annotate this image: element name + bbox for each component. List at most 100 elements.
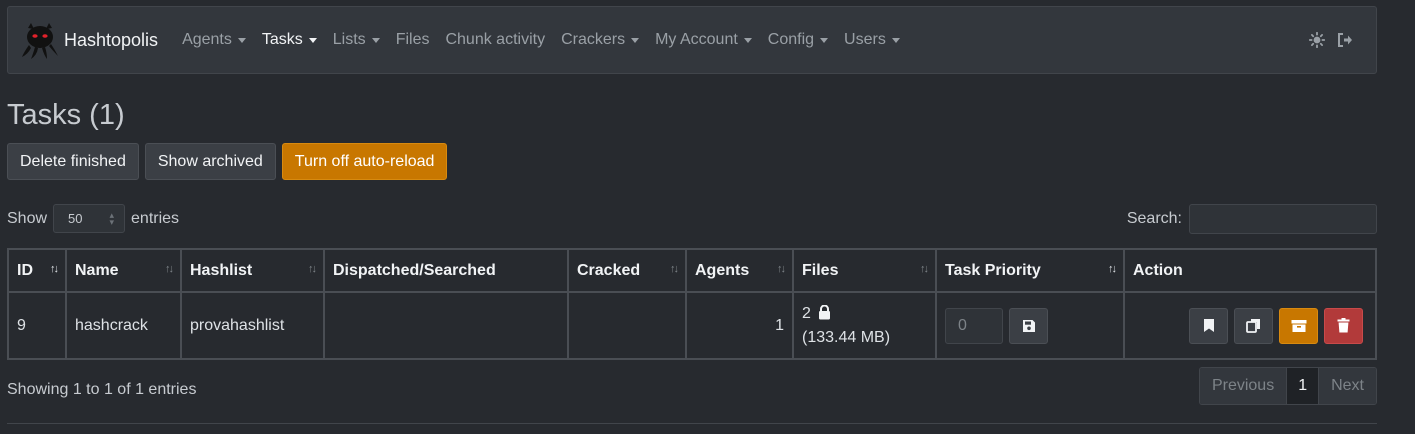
brand[interactable]: Hashtopolis (20, 20, 158, 60)
col-cracked-label: Cracked (577, 261, 641, 279)
sort-icon: ↑↓ (308, 263, 317, 275)
pagination: Previous 1 Next (1198, 367, 1377, 405)
previous-page-button[interactable]: Previous (1199, 368, 1288, 404)
archive-task-button[interactable] (1279, 307, 1318, 344)
save-icon (1022, 319, 1035, 332)
nav-tasks[interactable]: Tasks (262, 31, 317, 49)
sun-icon[interactable] (1308, 31, 1326, 49)
col-dispatched-label: Dispatched/Searched (333, 261, 496, 279)
bottom-divider (7, 423, 1377, 424)
sort-icon: ↑↓ (165, 263, 174, 275)
col-files-label: Files (802, 261, 839, 279)
cell-action (1123, 291, 1377, 360)
table-row: 9 hashcrack provahashlist 1 2 (133.44 MB… (7, 291, 1377, 360)
nav-files-label: Files (395, 31, 430, 48)
search: Search: (1127, 204, 1377, 234)
nav-users[interactable]: Users (844, 31, 900, 49)
col-priority[interactable]: Task Priority ↑↓ (935, 248, 1125, 293)
files-size: (133.44 MB) (802, 328, 891, 346)
cell-hashlist[interactable]: provahashlist (180, 291, 325, 360)
cell-priority: 0 (935, 291, 1125, 360)
col-priority-label: Task Priority (945, 261, 1041, 279)
nav-crackers[interactable]: Crackers (561, 31, 640, 49)
archive-icon (1291, 319, 1306, 332)
nav-config-label: Config (767, 31, 815, 48)
copy-task-button[interactable] (1234, 307, 1273, 344)
nav-agents[interactable]: Agents (182, 31, 246, 49)
nav-files[interactable]: Files (396, 31, 430, 49)
cell-dispatched (323, 291, 569, 360)
tasks-table: ID ↑↓ Name ↑↓ Hashlist ↑↓ Dispatched/Search… (7, 248, 1377, 360)
nav-lists[interactable]: Lists (333, 31, 380, 49)
caret-down-icon (631, 37, 640, 43)
nav-tasks-label: Tasks (261, 31, 303, 48)
caret-down-icon (820, 37, 829, 43)
cell-cracked (567, 291, 687, 360)
col-cracked[interactable]: Cracked ↑↓ (567, 248, 687, 293)
col-hashlist-label: Hashlist (190, 261, 253, 279)
show-label: Show (7, 209, 48, 227)
bookmark-icon (1203, 319, 1214, 332)
entries-suffix: entries (131, 209, 180, 227)
page-title: Tasks (1) (7, 99, 125, 131)
delete-finished-button[interactable]: Delete finished (7, 143, 139, 180)
nav-lists-label: Lists (332, 31, 366, 48)
next-page-button[interactable]: Next (1319, 368, 1376, 404)
nav-chunk-activity[interactable]: Chunk activity (445, 31, 545, 49)
action-buttons: Delete finished Show archived Turn off a… (7, 143, 453, 180)
col-hashlist[interactable]: Hashlist ↑↓ (180, 248, 325, 293)
cell-files: 2 (133.44 MB) (792, 291, 937, 360)
col-action-label: Action (1133, 261, 1183, 279)
caret-down-icon (371, 37, 380, 43)
table-header-row: ID ↑↓ Name ↑↓ Hashlist ↑↓ Dispatched/Search… (7, 248, 1377, 293)
hashtopolis-logo-icon (22, 23, 58, 59)
col-dispatched: Dispatched/Searched (323, 248, 569, 293)
col-name-label: Name (75, 261, 119, 279)
caret-down-icon (237, 37, 246, 43)
sort-icon: ↑↓ (777, 263, 786, 275)
col-id[interactable]: ID ↑↓ (7, 248, 67, 293)
show-archived-button[interactable]: Show archived (144, 143, 276, 180)
navbar: Hashtopolis Agents Tasks Lists Files Chu… (7, 6, 1377, 74)
lock-icon (819, 304, 831, 319)
nav-users-label: Users (844, 31, 886, 48)
col-action: Action (1123, 248, 1377, 293)
cell-name[interactable]: hashcrack (65, 291, 182, 360)
files-count: 2 (802, 304, 811, 322)
nav-agents-label: Agents (182, 31, 232, 48)
brand-name: Hashtopolis (64, 29, 159, 50)
select-arrows-icon: ▴ ▾ (109, 209, 115, 227)
caret-down-icon (743, 37, 752, 43)
search-input[interactable] (1189, 204, 1377, 234)
nav-chunk-activity-label: Chunk activity (445, 31, 546, 48)
nav-right (1298, 31, 1354, 49)
delete-task-button[interactable] (1324, 307, 1363, 344)
nav-my-account-label: My Account (655, 31, 738, 48)
auto-reload-button[interactable]: Turn off auto-reload (281, 143, 448, 180)
col-id-label: ID (17, 261, 33, 279)
entries-select[interactable]: 50 ▴ ▾ (53, 204, 126, 233)
sort-desc-icon: ↑↓ (1108, 263, 1117, 275)
col-agents-label: Agents (695, 261, 750, 279)
nav-config[interactable]: Config (767, 31, 829, 49)
page-1-button[interactable]: 1 (1287, 368, 1320, 404)
show-entries: Show 50 ▴ ▾ entries (7, 204, 179, 233)
col-files[interactable]: Files ↑↓ (792, 248, 937, 293)
priority-input[interactable]: 0 (945, 307, 1003, 344)
caret-down-icon (308, 37, 317, 43)
table-info: Showing 1 to 1 of 1 entries (7, 381, 197, 398)
col-name[interactable]: Name ↑↓ (65, 248, 182, 293)
save-priority-button[interactable] (1009, 307, 1048, 344)
entries-value: 50 (68, 211, 83, 226)
nav-my-account[interactable]: My Account (655, 31, 752, 49)
sort-icon: ↑↓ (670, 263, 679, 275)
sort-icon: ↑↓ (920, 263, 929, 275)
nav-crackers-label: Crackers (561, 31, 626, 48)
trash-icon (1337, 318, 1350, 333)
sign-out-icon[interactable] (1336, 31, 1354, 49)
copy-icon (1246, 319, 1260, 333)
col-agents[interactable]: Agents ↑↓ (685, 248, 794, 293)
bookmark-button[interactable] (1189, 307, 1228, 344)
caret-down-icon (891, 37, 900, 43)
cell-agents: 1 (685, 291, 794, 360)
